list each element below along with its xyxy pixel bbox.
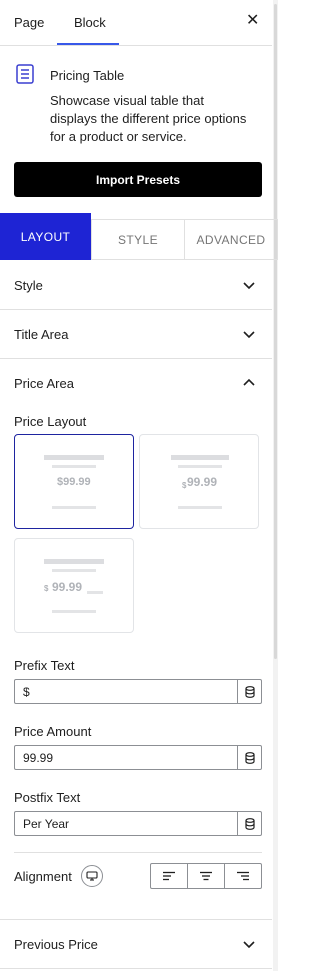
layout-footer-bar [52, 610, 96, 613]
layout-currency-sample: $ [182, 481, 187, 490]
import-presets-button[interactable]: Import Presets [14, 162, 262, 197]
tab-page[interactable]: Page [14, 15, 44, 30]
postfix-text-value: Per Year [23, 817, 70, 831]
database-icon [245, 817, 255, 830]
layout-subtitle-bar [52, 569, 96, 572]
panel-title-area[interactable]: Title Area [0, 310, 272, 359]
price-amount-input[interactable]: 99.99 [14, 745, 262, 770]
layout-currency-sample: $ [44, 584, 49, 593]
block-description: Showcase visual table that displays the … [50, 93, 247, 144]
active-tab-indicator [57, 43, 119, 45]
panel-style[interactable]: Style [0, 261, 272, 310]
scrollbar-thumb[interactable] [274, 4, 277, 659]
postfix-text-label: Postfix Text [14, 790, 81, 805]
dynamic-data-button[interactable] [237, 746, 262, 769]
panel-price-area[interactable]: Price Area [0, 359, 272, 408]
chevron-down-icon [243, 941, 255, 949]
database-icon [245, 751, 255, 764]
layout-amount-sample: 99.99 [187, 475, 218, 489]
prefix-text-value: $ [23, 685, 30, 699]
layout-subtitle-bar [52, 465, 96, 468]
chevron-down-icon [243, 331, 255, 339]
tab-block[interactable]: Block [74, 15, 106, 30]
block-title: Pricing Table [50, 68, 125, 83]
dynamic-data-button[interactable] [237, 680, 262, 703]
layout-footer-bar [52, 506, 96, 509]
panel-previous-price-label: Previous Price [14, 937, 98, 952]
control-tabs: LAYOUT STYLE ADVANCED [0, 213, 278, 260]
panel-title-area-label: Title Area [14, 327, 69, 342]
layout-amount-sample: 99.99 [52, 580, 83, 594]
align-right-button[interactable] [224, 864, 261, 888]
align-right-icon [237, 871, 249, 881]
desktop-icon [86, 871, 98, 881]
price-layout-option-3[interactable]: $ 99.99 [14, 538, 134, 633]
prefix-text-label: Prefix Text [14, 658, 75, 673]
price-layout-label: Price Layout [14, 414, 87, 429]
panel-previous-price[interactable]: Previous Price [0, 920, 272, 969]
database-icon [245, 685, 255, 698]
tab-layout[interactable]: LAYOUT [0, 213, 91, 260]
price-layout-option-1[interactable]: $99.99 [14, 434, 134, 529]
align-center-button[interactable] [187, 864, 224, 888]
close-icon[interactable]: ✕ [246, 12, 259, 30]
align-center-icon [200, 871, 212, 881]
layout-title-bar [44, 559, 104, 564]
dynamic-data-button[interactable] [237, 812, 262, 835]
prefix-text-input[interactable]: $ [14, 679, 262, 704]
price-amount-value: 99.99 [23, 751, 54, 765]
price-layout-option-2[interactable]: $ 99.99 [139, 434, 259, 529]
divider [14, 852, 262, 853]
pricing-table-icon [16, 64, 34, 84]
layout-title-bar [44, 455, 104, 460]
postfix-text-input[interactable]: Per Year [14, 811, 262, 836]
panel-style-label: Style [14, 278, 43, 293]
price-amount-label: Price Amount [14, 724, 92, 739]
layout-postfix-bar [87, 591, 103, 594]
layout-price-sample: $99.99 [57, 476, 91, 488]
chevron-down-icon [243, 282, 255, 290]
responsive-device-button[interactable] [81, 865, 103, 887]
layout-footer-bar [178, 506, 222, 509]
layout-subtitle-bar [178, 465, 222, 468]
align-left-button[interactable] [151, 864, 187, 888]
scrollbar[interactable] [273, 0, 278, 971]
sidebar-tabs: Page Block ✕ [0, 0, 272, 46]
tab-style[interactable]: STYLE [91, 219, 185, 260]
chevron-up-icon [243, 378, 255, 386]
tab-advanced[interactable]: ADVANCED [184, 219, 278, 260]
alignment-label: Alignment [14, 869, 72, 884]
align-left-icon [163, 871, 175, 881]
layout-title-bar [171, 455, 229, 460]
alignment-button-group [150, 863, 262, 889]
panel-price-area-label: Price Area [14, 376, 74, 391]
